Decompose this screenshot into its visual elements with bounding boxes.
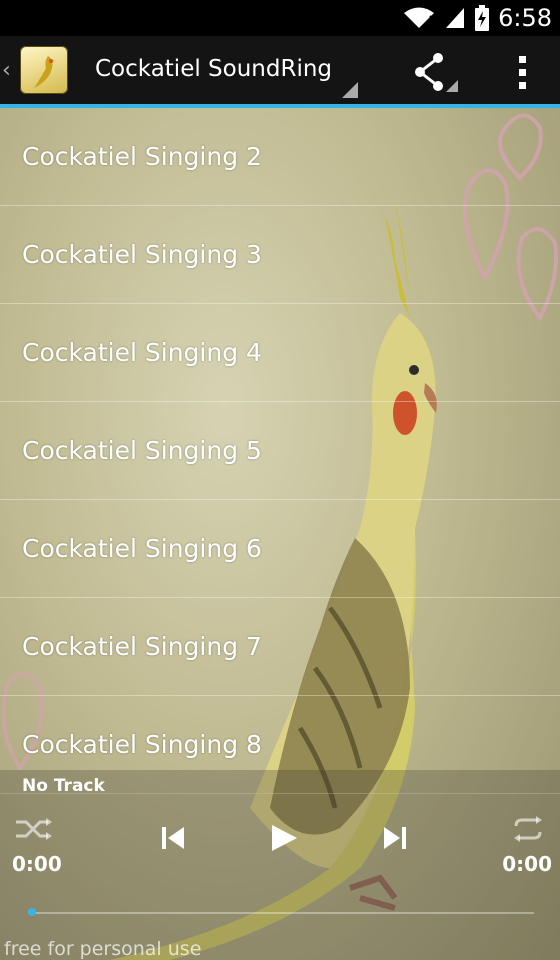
app-title[interactable]: Cockatiel SoundRing	[95, 56, 332, 82]
elapsed-time: 0:00	[12, 852, 62, 876]
overflow-dots-icon	[519, 56, 526, 89]
track-title: Cockatiel Singing 4	[22, 338, 262, 367]
track-title: Cockatiel Singing 3	[22, 240, 262, 269]
shuffle-icon	[16, 818, 52, 840]
play-icon	[272, 825, 297, 851]
track-list: Cockatiel Singing 2 Cockatiel Singing 3 …	[0, 108, 560, 794]
seek-bar[interactable]	[28, 912, 534, 914]
list-item[interactable]: Cockatiel Singing 5	[0, 402, 560, 500]
previous-button[interactable]	[160, 824, 188, 852]
track-title: Cockatiel Singing 6	[22, 534, 262, 563]
status-bar: 6:58	[0, 0, 560, 36]
repeat-icon	[514, 816, 542, 842]
action-bar: ‹ Cockatiel SoundRing	[0, 36, 560, 104]
skip-previous-icon	[162, 827, 184, 849]
track-title: Cockatiel Singing 7	[22, 632, 262, 661]
list-item[interactable]: Cockatiel Singing 2	[0, 108, 560, 206]
media-player: No Track 0:00 0:00 free for personal use	[0, 770, 560, 960]
overflow-menu-button[interactable]	[508, 52, 538, 92]
footer-note: free for personal use	[4, 938, 202, 960]
total-time: 0:00	[502, 852, 552, 876]
track-title: Cockatiel Singing 5	[22, 436, 262, 465]
play-button[interactable]	[268, 822, 300, 854]
list-item[interactable]: Cockatiel Singing 4	[0, 304, 560, 402]
track-title: Cockatiel Singing 2	[22, 142, 262, 171]
share-button[interactable]	[410, 50, 460, 94]
share-icon	[415, 53, 458, 92]
next-button[interactable]	[380, 824, 408, 852]
track-title: Cockatiel Singing 8	[22, 730, 262, 759]
up-caret-icon[interactable]: ‹	[2, 58, 11, 83]
list-item[interactable]: Cockatiel Singing 7	[0, 598, 560, 696]
status-time: 6:58	[498, 4, 552, 32]
list-item[interactable]: Cockatiel Singing 3	[0, 206, 560, 304]
now-playing-label: No Track	[22, 776, 105, 796]
battery-icon	[475, 5, 490, 31]
skip-next-icon	[384, 827, 406, 849]
signal-icon	[446, 8, 465, 28]
seek-thumb[interactable]	[28, 908, 36, 916]
app-logo-icon[interactable]	[20, 46, 68, 94]
shuffle-button[interactable]	[14, 816, 54, 842]
repeat-button[interactable]	[510, 816, 546, 842]
status-icons: 6:58	[402, 4, 552, 32]
list-item[interactable]: Cockatiel Singing 6	[0, 500, 560, 598]
spinner-indicator-icon	[342, 82, 358, 98]
wifi-icon	[404, 7, 435, 28]
